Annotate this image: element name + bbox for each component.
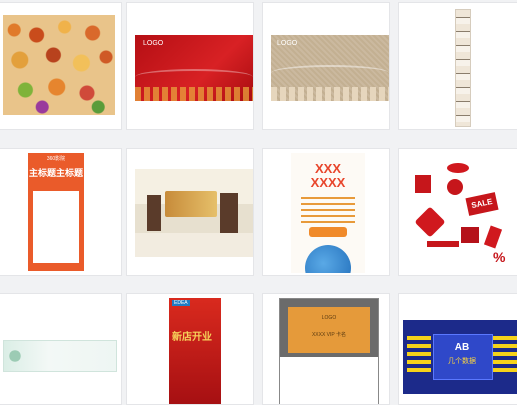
sale-tag: SALE — [465, 192, 499, 216]
beige-wave — [271, 65, 389, 81]
text-lines — [301, 197, 355, 225]
xxx-poster-image: XXX XXXX — [291, 153, 365, 273]
grid-card-beige[interactable]: LOGO — [262, 2, 390, 130]
watercolor-banner-image — [3, 340, 117, 372]
red-card-image: LOGO — [135, 35, 253, 101]
beige-card-image: LOGO — [271, 35, 389, 101]
red-tags-image: SALE % — [407, 157, 517, 269]
poster-headline: 主标题主标题 — [28, 168, 83, 178]
grid-card-xxx[interactable]: XXX XXXX — [262, 148, 390, 276]
interior-room-image — [135, 169, 253, 257]
card-line: XXXX VIP 卡名 — [311, 332, 347, 338]
red-wave — [135, 69, 253, 85]
burst-shape — [414, 206, 446, 238]
grid-card-red-vertical[interactable]: EDEA 新店开业 — [126, 293, 254, 405]
percent-mark: % — [493, 249, 506, 265]
tunnel-line1: AB — [454, 342, 470, 353]
logo-text: LOGO — [321, 315, 337, 321]
grid-card-tags[interactable]: SALE % — [398, 148, 517, 276]
round-badge — [447, 179, 463, 195]
ribbon — [427, 241, 459, 247]
poster-white-panel — [33, 191, 79, 263]
sale-text: SALE — [470, 196, 494, 211]
square-tag — [461, 227, 479, 243]
red-vertical-poster-image: EDEA 新店开业 — [169, 298, 221, 404]
bow-shape — [447, 163, 469, 173]
grid-card-strip[interactable] — [398, 2, 517, 130]
blue-tunnel-image: AB 几个数据 — [403, 320, 517, 394]
skyline-decoration — [135, 87, 253, 101]
logo-text: LOGO — [143, 40, 164, 47]
poster-title: 新店开业 — [172, 332, 212, 343]
grid-card-blue[interactable]: AB 几个数据 — [398, 293, 517, 405]
poster-top-label: 360影院 — [46, 156, 66, 162]
skyline-decoration — [271, 87, 389, 101]
food-collage-image — [3, 15, 115, 115]
bag-shape — [415, 175, 431, 193]
door — [220, 193, 238, 233]
wall-panel — [165, 191, 217, 217]
brand-label: EDEA — [172, 300, 190, 306]
floor — [135, 233, 253, 257]
orange-banner — [309, 227, 347, 237]
grid-card-interior[interactable] — [126, 148, 254, 276]
tunnel-line2: 几个数据 — [448, 358, 476, 365]
poster-headline-image: 360影院 主标题主标题 — [28, 153, 84, 271]
label-tag — [483, 225, 503, 249]
grid-card-watercolor[interactable] — [0, 293, 122, 405]
long-strip-image — [455, 9, 471, 127]
grid-card-red[interactable]: LOGO — [126, 2, 254, 130]
logo-text: LOGO — [277, 40, 298, 47]
globe — [305, 245, 351, 273]
door — [147, 195, 161, 231]
orange-business-card-image: LOGO XXXX VIP 卡名 — [279, 298, 379, 404]
grid-card-poster[interactable]: 360影院 主标题主标题 — [0, 148, 122, 276]
xxx-line2: XXXX — [310, 175, 346, 190]
leaf-decoration — [6, 345, 24, 367]
orange-panel: LOGO XXXX VIP 卡名 — [288, 307, 370, 353]
grid-card-food[interactable] — [0, 2, 122, 130]
xxx-line1: XXX — [314, 161, 341, 176]
grid-card-orange[interactable]: LOGO XXXX VIP 卡名 — [262, 293, 390, 405]
